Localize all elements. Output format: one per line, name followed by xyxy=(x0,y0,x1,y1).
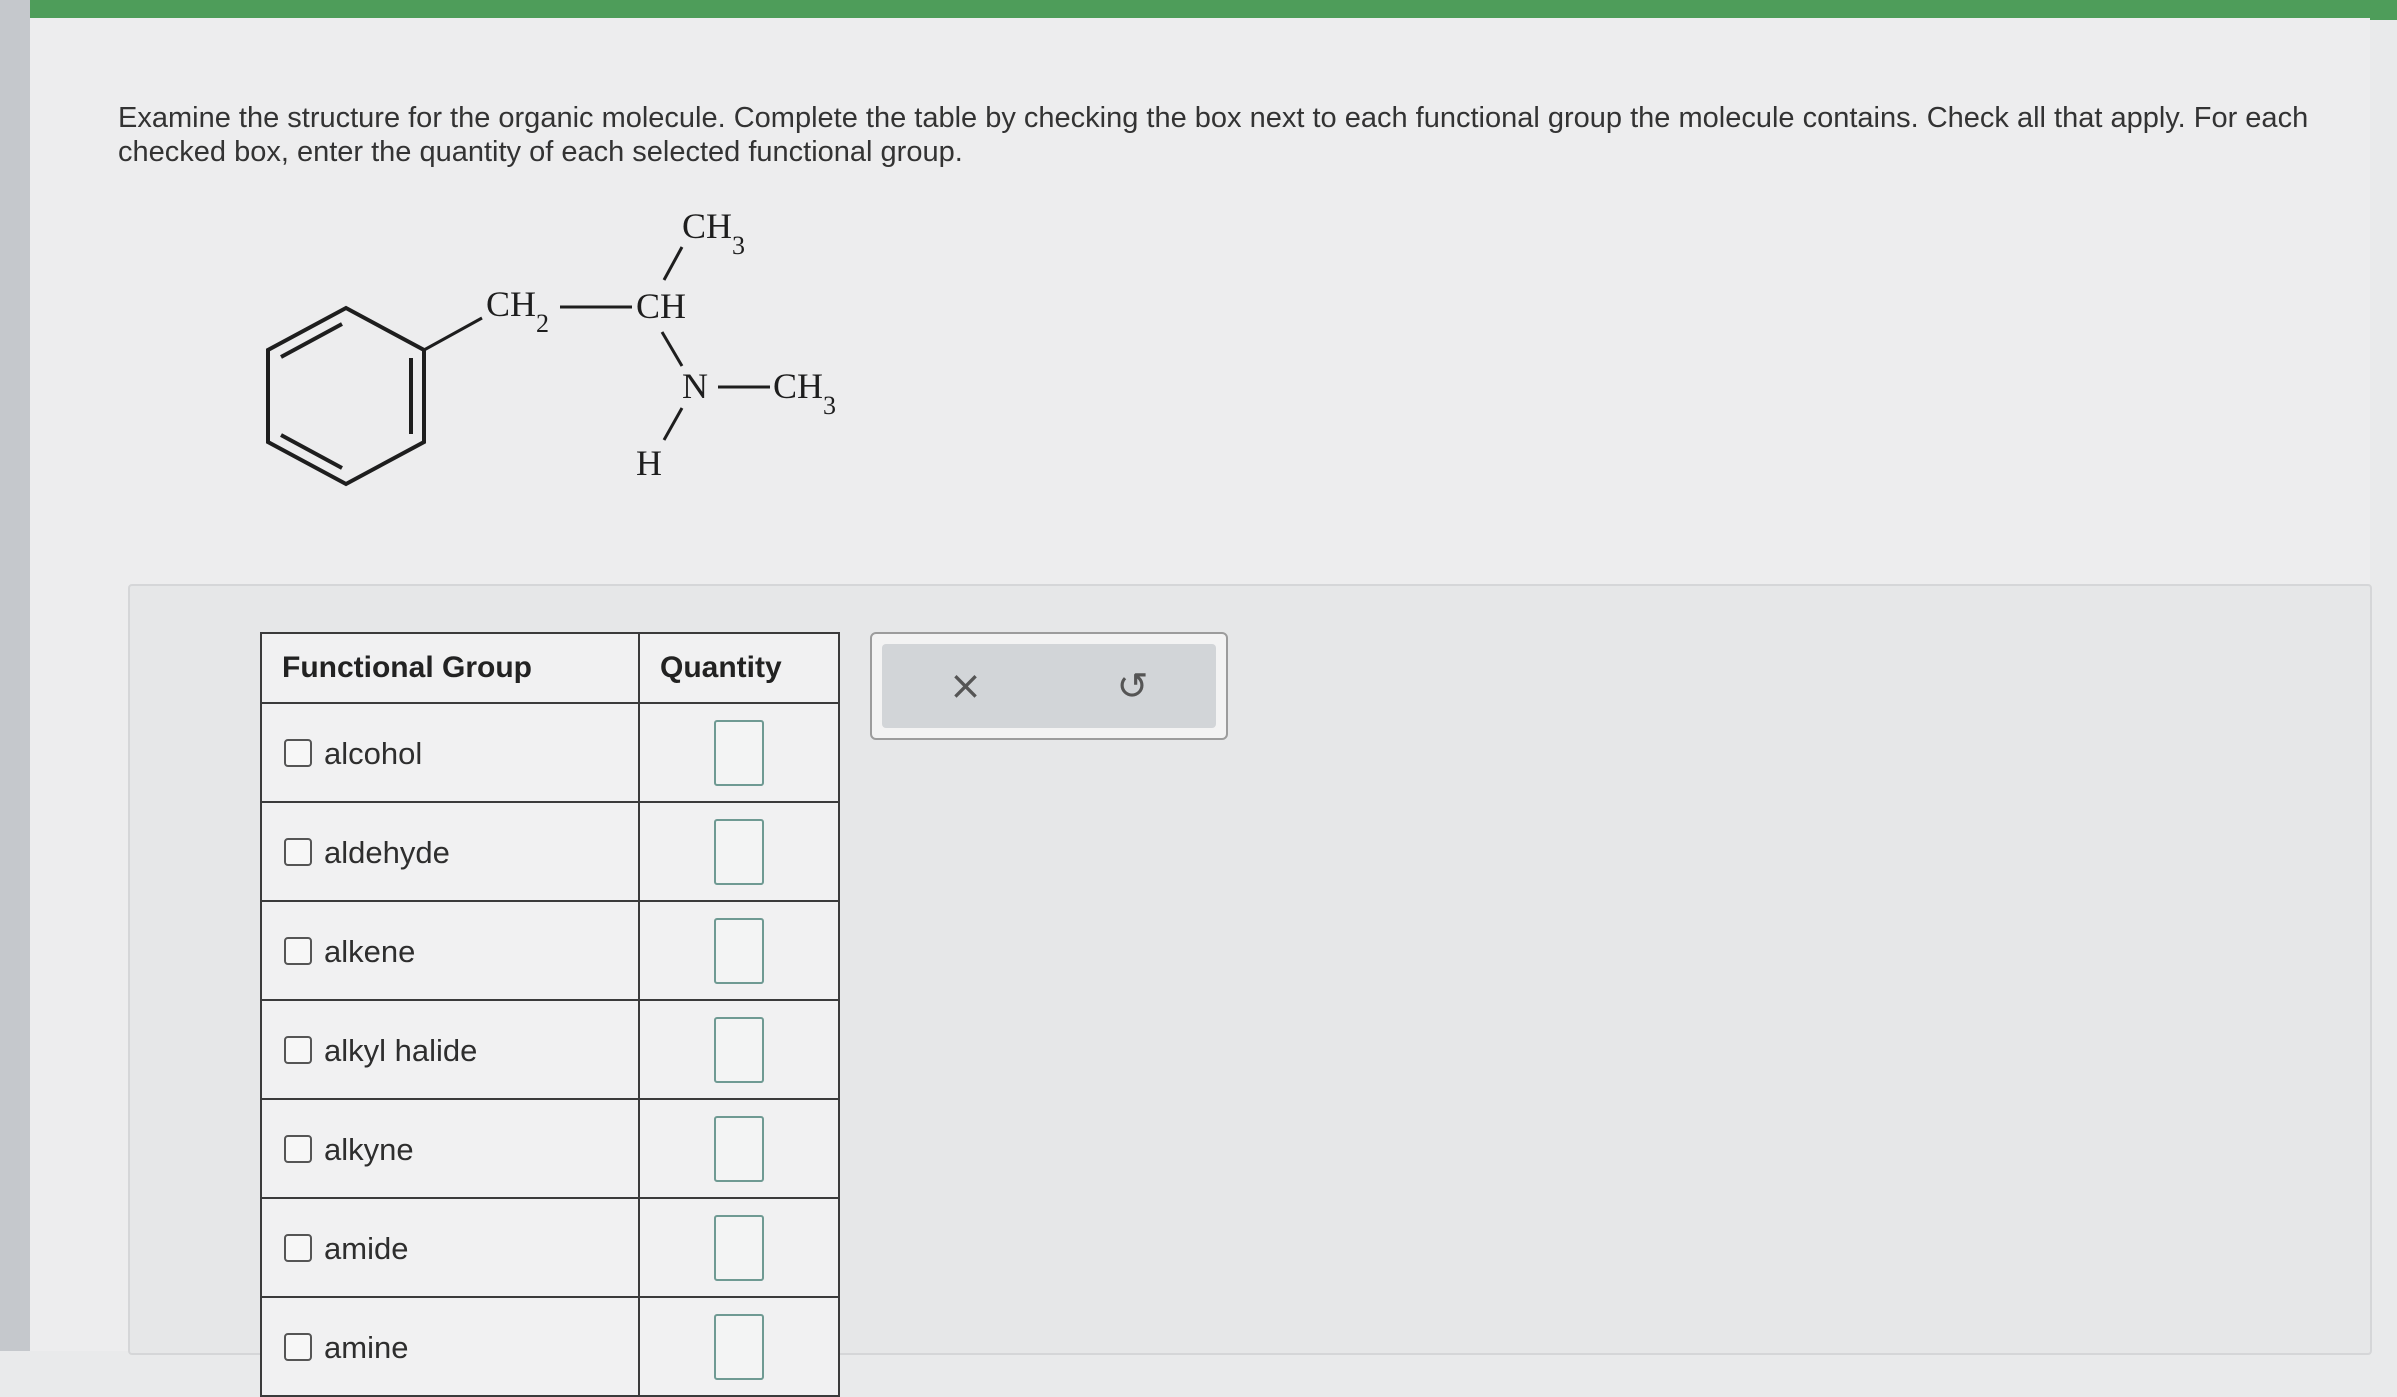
checkbox-alkene[interactable] xyxy=(284,937,312,966)
answer-actions: × ↺ xyxy=(870,632,1228,740)
question-instructions: Examine the structure for the organic mo… xyxy=(118,102,2309,168)
group-cell-aldehyde: aldehyde xyxy=(260,801,640,902)
quantity-input-alkyl-halide[interactable] xyxy=(714,1016,764,1083)
quantity-input-alcohol[interactable] xyxy=(714,719,764,786)
group-cell-amide: amide xyxy=(260,1197,640,1298)
checkbox-alkyl-halide[interactable] xyxy=(284,1036,312,1065)
group-label-alkyl-halide: alkyl halide xyxy=(324,1032,478,1068)
group-cell-alkene: alkene xyxy=(260,900,640,1001)
header-functional-group: Functional Group xyxy=(260,632,640,704)
quantity-cell-alkene xyxy=(638,900,840,1001)
table-row: alkyl halide xyxy=(260,999,840,1100)
nitrogen-label: N xyxy=(682,366,708,406)
header-quantity: Quantity xyxy=(638,632,840,704)
checkbox-alcohol[interactable] xyxy=(284,739,312,768)
checkbox-alkyne[interactable] xyxy=(284,1135,312,1164)
table-row: alcohol xyxy=(260,702,840,803)
quantity-cell-amide xyxy=(638,1197,840,1298)
functional-group-table: Functional Group Quantity alcohol aldehy… xyxy=(260,632,840,1397)
ch-label: CH xyxy=(636,286,686,326)
table-row: aldehyde xyxy=(260,801,840,902)
top-accent-bar xyxy=(0,0,2397,20)
table-row: amine xyxy=(260,1296,840,1397)
right-ch3-label: CH3 xyxy=(773,366,836,420)
group-label-alkene: alkene xyxy=(324,933,416,969)
group-label-amine: amine xyxy=(324,1329,409,1365)
n-h-bond xyxy=(662,407,684,441)
quantity-input-alkyne[interactable] xyxy=(714,1115,764,1182)
window-edge xyxy=(0,0,30,1351)
group-cell-alcohol: alcohol xyxy=(260,702,640,803)
quantity-input-amide[interactable] xyxy=(714,1214,764,1281)
quantity-cell-alcohol xyxy=(638,702,840,803)
group-cell-alkyne: alkyne xyxy=(260,1098,640,1199)
hydrogen-label: H xyxy=(636,443,662,483)
table-row: amide xyxy=(260,1197,840,1298)
undo-icon[interactable]: ↺ xyxy=(1049,644,1216,728)
quantity-input-alkene[interactable] xyxy=(714,917,764,984)
ring-ch2-bond xyxy=(423,316,483,352)
ch2-label: CH2 xyxy=(486,284,549,338)
table-row: alkene xyxy=(260,900,840,1001)
ch-n-bond xyxy=(660,331,684,367)
ch-ch3-bond xyxy=(662,246,684,281)
molecule-structure: CH2 CH CH3 N CH3 H xyxy=(266,206,836,487)
quantity-cell-alkyl-halide xyxy=(638,999,840,1100)
group-label-amide: amide xyxy=(324,1230,409,1266)
quantity-input-amine[interactable] xyxy=(714,1313,764,1380)
clear-icon[interactable]: × xyxy=(882,644,1049,728)
group-label-aldehyde: aldehyde xyxy=(324,834,450,870)
quantity-input-aldehyde[interactable] xyxy=(714,818,764,885)
table-row: alkyne xyxy=(260,1098,840,1199)
group-cell-alkyl-halide: alkyl halide xyxy=(260,999,640,1100)
quantity-cell-aldehyde xyxy=(638,801,840,902)
benzene-ring xyxy=(266,305,426,487)
quantity-cell-amine xyxy=(638,1296,840,1397)
action-toolbar: × ↺ xyxy=(882,644,1216,728)
checkbox-amine[interactable] xyxy=(284,1333,312,1362)
group-label-alcohol: alcohol xyxy=(324,735,423,771)
top-ch3-label: CH3 xyxy=(682,206,745,260)
checkbox-aldehyde[interactable] xyxy=(284,838,312,867)
checkbox-amide[interactable] xyxy=(284,1234,312,1263)
group-label-alkyne: alkyne xyxy=(324,1131,414,1167)
quantity-cell-alkyne xyxy=(638,1098,840,1199)
table-header-row: Functional Group Quantity xyxy=(260,632,840,704)
group-cell-amine: amine xyxy=(260,1296,640,1397)
